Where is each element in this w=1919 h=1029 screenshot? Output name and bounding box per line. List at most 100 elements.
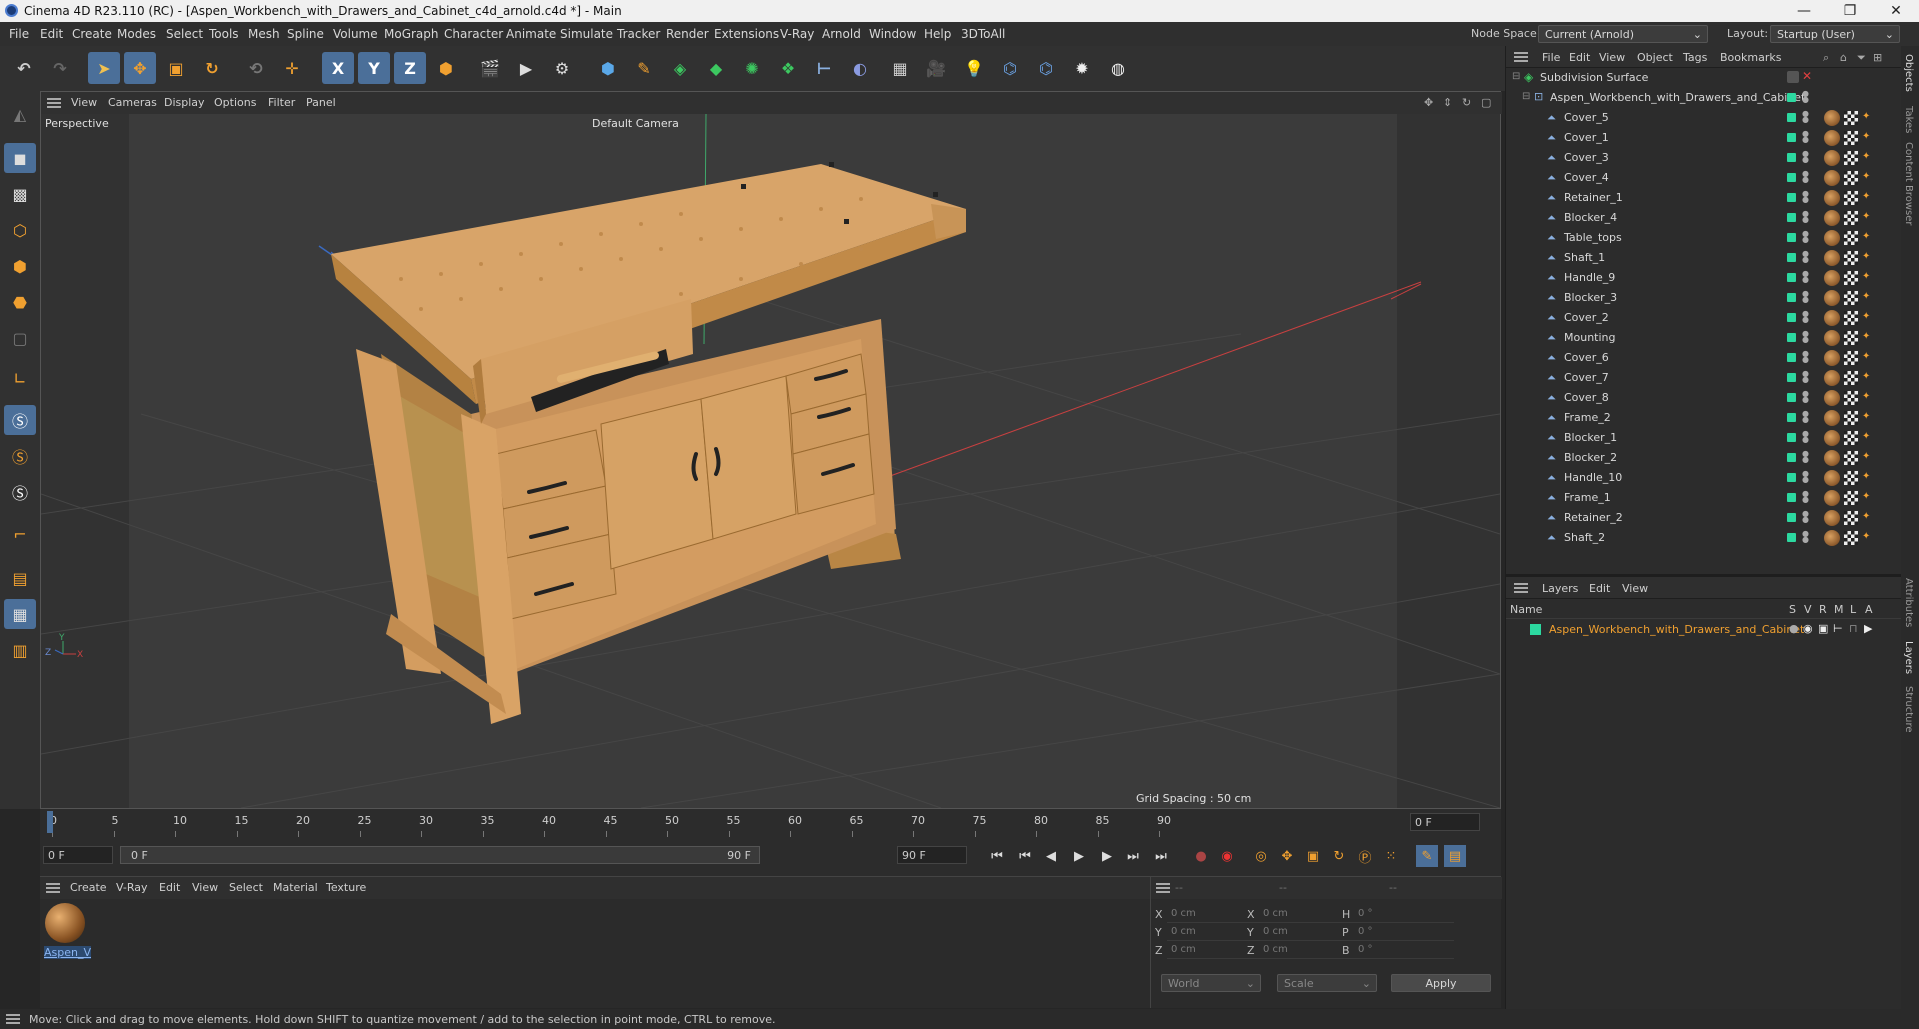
hamburger-icon[interactable] <box>1514 583 1528 593</box>
next-key-icon[interactable]: ⏭ <box>1122 845 1144 867</box>
subdivision-icon[interactable]: ◈ <box>664 52 696 84</box>
tree-row-item[interactable]: ⏶ Shaft_1 ● ● ✦ <box>1506 248 1902 268</box>
mat-menu-edit[interactable]: Edit <box>159 881 180 894</box>
editor-render-dots[interactable]: ● ● <box>1802 330 1809 345</box>
timeline-window-icon[interactable]: ▤ <box>1444 845 1466 867</box>
axis-z-button[interactable]: Z <box>394 52 426 84</box>
visibility-dot[interactable] <box>1787 513 1796 522</box>
arnold-tag-icon[interactable]: ✦ <box>1862 451 1876 465</box>
material-tag-icon[interactable] <box>1824 330 1840 346</box>
python-script-icon[interactable]: ⌬ <box>1030 52 1062 84</box>
menu-mograph[interactable]: MoGraph <box>384 27 439 41</box>
layer-animation-icon[interactable]: ▶ <box>1864 622 1872 635</box>
uvw-tag-icon[interactable] <box>1844 231 1858 245</box>
menu-simulate[interactable]: Simulate <box>560 27 613 41</box>
python-icon[interactable]: ⌬ <box>994 52 1026 84</box>
material-tag-icon[interactable] <box>1824 390 1840 406</box>
visibility-dot[interactable] <box>1787 453 1796 462</box>
visibility-dot[interactable] <box>1787 193 1796 202</box>
menu-edit[interactable]: Edit <box>40 27 63 41</box>
tree-row-item[interactable]: ⏶ Handle_9 ● ● ✦ <box>1506 268 1902 288</box>
arnold-tag-icon[interactable]: ✦ <box>1862 491 1876 505</box>
material-tag-icon[interactable] <box>1824 430 1840 446</box>
render-picture-viewer-icon[interactable]: ▶ <box>510 52 542 84</box>
coordinate-system-icon[interactable]: ⬢ <box>430 52 462 84</box>
snap-icon[interactable]: Ⓢ <box>4 405 36 435</box>
cloner-icon[interactable]: ✺ <box>736 52 768 84</box>
layer-render-icon[interactable]: ▣ <box>1818 622 1828 635</box>
material-tag-icon[interactable] <box>1824 450 1840 466</box>
tree-row-item[interactable]: ⏶ Cover_6 ● ● ✦ <box>1506 348 1902 368</box>
play-icon[interactable]: ▶ <box>1068 845 1090 867</box>
visibility-dot[interactable] <box>1787 213 1796 222</box>
tab-objects[interactable]: Objects <box>1903 54 1914 92</box>
menu-tools[interactable]: Tools <box>209 27 239 41</box>
material-tag-icon[interactable] <box>1824 190 1840 206</box>
tree-row-item[interactable]: ⏶ Blocker_4 ● ● ✦ <box>1506 208 1902 228</box>
layer-menu-view[interactable]: View <box>1622 582 1648 595</box>
editor-render-dots[interactable]: ● ● <box>1802 390 1809 405</box>
floor-icon[interactable]: ▦ <box>884 52 916 84</box>
redo-icon[interactable]: ↷ <box>44 52 76 84</box>
editor-render-dots[interactable]: ● ● <box>1802 430 1809 445</box>
material-tag-icon[interactable] <box>1824 310 1840 326</box>
editor-render-dots[interactable]: ● ● <box>1802 490 1809 505</box>
nodespace-dropdown[interactable]: Current (Arnold) ⌄ <box>1538 25 1708 43</box>
arnold-tag-icon[interactable]: ✦ <box>1862 371 1876 385</box>
spline-pen-icon[interactable]: ✎ <box>628 52 660 84</box>
key-scale-icon[interactable]: ▣ <box>1302 845 1324 867</box>
maximize-button[interactable]: ❐ <box>1827 0 1873 22</box>
arnold-tag-icon[interactable]: ✦ <box>1862 211 1876 225</box>
visibility-dot[interactable] <box>1787 273 1796 282</box>
material-tag-icon[interactable] <box>1824 370 1840 386</box>
record-icon[interactable]: ● <box>1190 845 1212 867</box>
extrude-icon[interactable]: ◆ <box>700 52 732 84</box>
tree-row-root[interactable]: ⊟ ◈ Subdivision Surface ✕ <box>1506 68 1902 88</box>
menu-animate[interactable]: Animate <box>506 27 556 41</box>
workplane-icon[interactable]: ▤ <box>4 563 36 593</box>
recent-tool-icon[interactable]: ⟲ <box>240 52 272 84</box>
tree-row-item[interactable]: ⏶ Cover_1 ● ● ✦ <box>1506 128 1902 148</box>
visibility-dot[interactable] <box>1787 293 1796 302</box>
visibility-dot[interactable] <box>1787 373 1796 382</box>
end-frame-field[interactable]: 90 F <box>897 846 967 864</box>
material-tag-icon[interactable] <box>1824 510 1840 526</box>
create-tool-icon[interactable]: ✛ <box>276 52 308 84</box>
tree-row-item[interactable]: ⏶ Blocker_3 ● ● ✦ <box>1506 288 1902 308</box>
frame-range-slider[interactable]: 0 F 90 F <box>120 846 760 864</box>
material-tag-icon[interactable] <box>1824 230 1840 246</box>
apply-button[interactable]: Apply <box>1391 974 1491 992</box>
menu-window[interactable]: Window <box>869 27 916 41</box>
visibility-dot[interactable] <box>1787 533 1796 542</box>
collapse-icon[interactable]: ⊟ <box>1522 91 1530 102</box>
uvw-tag-icon[interactable] <box>1844 471 1858 485</box>
maximize-view-icon[interactable]: ▢ <box>1481 96 1491 109</box>
uvw-tag-icon[interactable] <box>1844 191 1858 205</box>
arnold-tag-icon[interactable]: ✦ <box>1862 171 1876 185</box>
visibility-dot[interactable] <box>1787 393 1796 402</box>
uvw-tag-icon[interactable] <box>1844 211 1858 225</box>
mat-menu-create[interactable]: Create <box>70 881 107 894</box>
layer-menu-layers[interactable]: Layers <box>1542 582 1578 595</box>
snap-settings-icon[interactable]: Ⓢ <box>4 441 36 471</box>
menu-character[interactable]: Character <box>444 27 503 41</box>
layer-color-swatch[interactable] <box>1530 624 1541 635</box>
grid-icon[interactable]: ▦ <box>4 599 36 629</box>
editor-render-dots[interactable]: ● ● <box>1802 450 1809 465</box>
vp-menu-filter[interactable]: Filter <box>268 96 295 109</box>
vp-menu-options[interactable]: Options <box>214 96 256 109</box>
point-mode-icon[interactable]: ⬡ <box>4 215 36 245</box>
editor-render-dots[interactable]: ● ● <box>1802 170 1809 185</box>
material-tag-icon[interactable] <box>1824 210 1840 226</box>
tree-row-item[interactable]: ⏶ Blocker_2 ● ● ✦ <box>1506 448 1902 468</box>
editor-render-dots[interactable]: ● ● <box>1802 350 1809 365</box>
visibility-dot[interactable] <box>1787 173 1796 182</box>
visibility-dot[interactable] <box>1787 413 1796 422</box>
editor-render-dots[interactable]: ● ● <box>1802 90 1809 105</box>
coord-value-field[interactable]: 0 ° <box>1354 925 1454 941</box>
render-view-icon[interactable]: 🎬 <box>474 52 506 84</box>
uvw-tag-icon[interactable] <box>1844 411 1858 425</box>
tree-row-item[interactable]: ⏶ Mounting ● ● ✦ <box>1506 328 1902 348</box>
layer-row[interactable]: Aspen_Workbench_with_Drawers_and_Cabinet… <box>1506 620 1902 640</box>
visibility-dot[interactable] <box>1787 433 1796 442</box>
